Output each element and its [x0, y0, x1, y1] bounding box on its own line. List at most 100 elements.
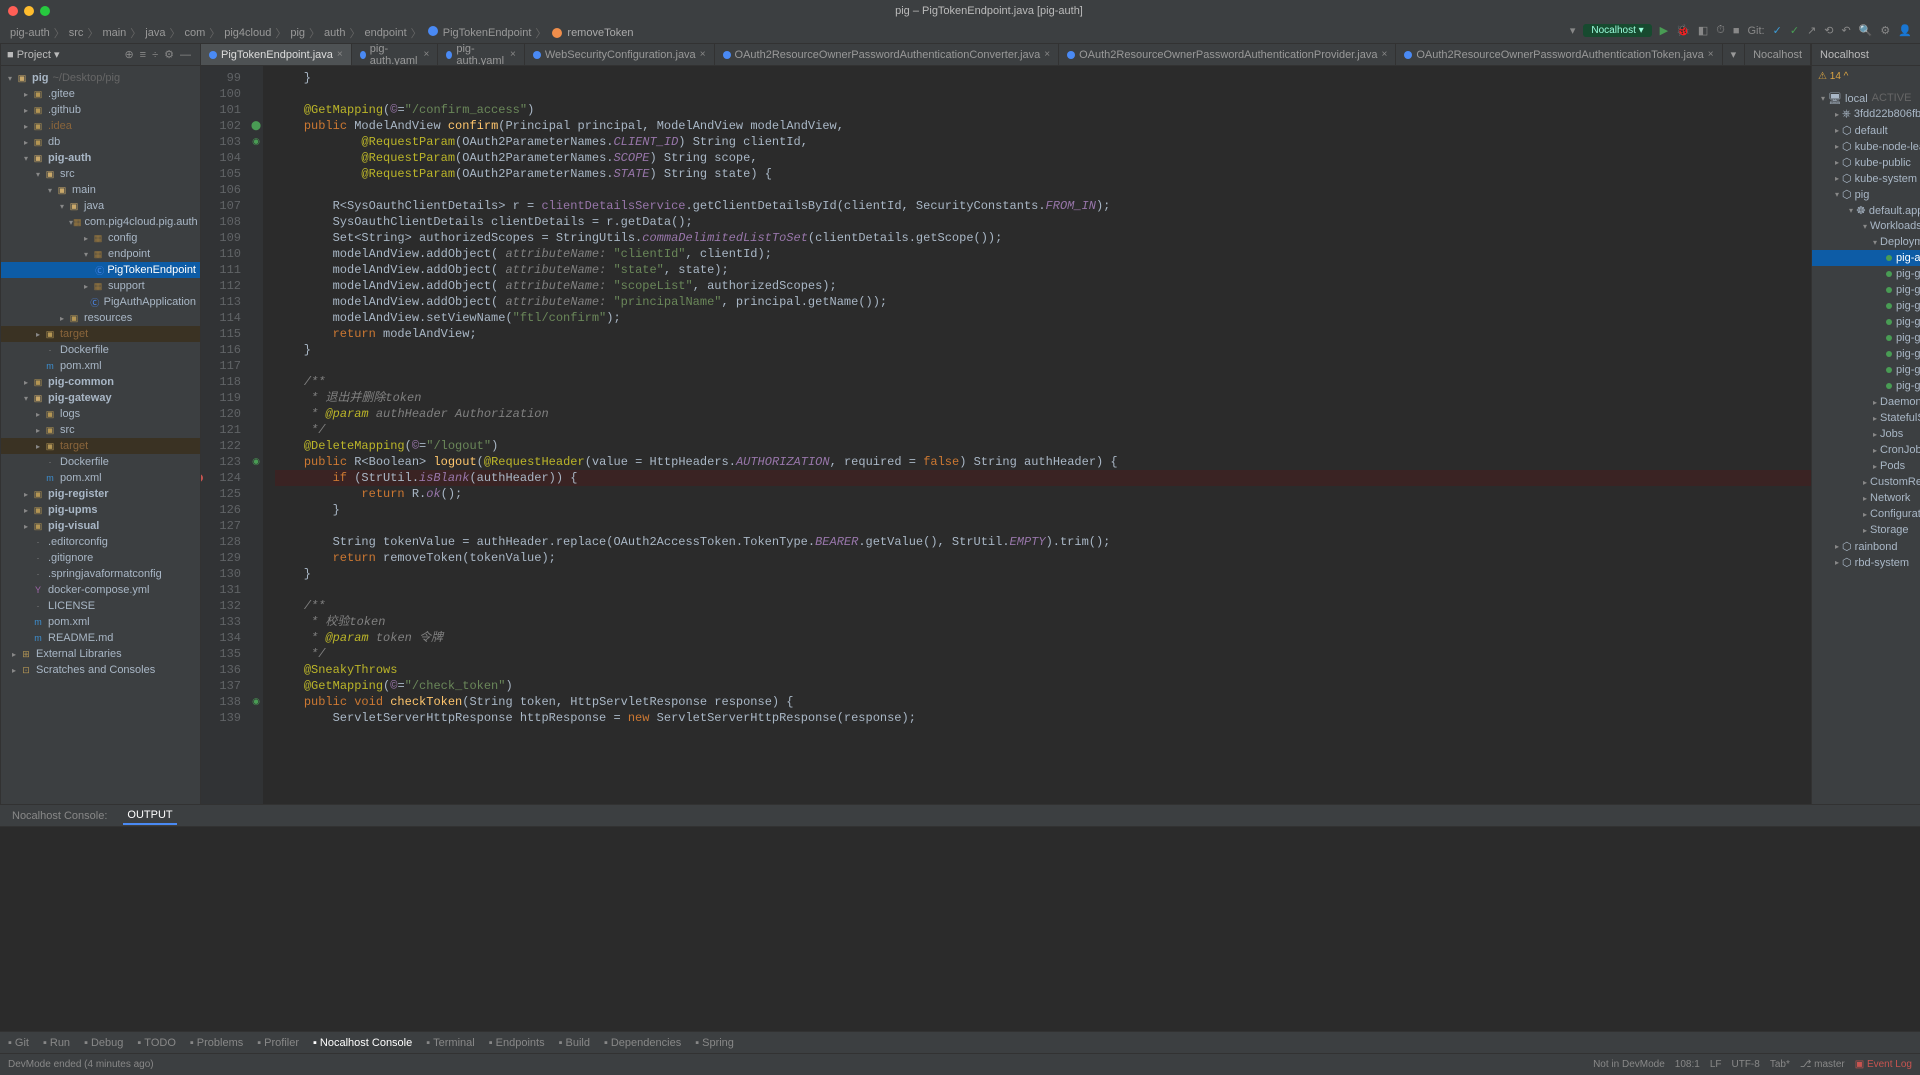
tree-node[interactable]: ▸▣.gitee	[1, 86, 200, 102]
bottom-tool-nocalhost-console[interactable]: ▪Nocalhost Console	[313, 1037, 412, 1049]
vcs-update-icon[interactable]: ✓	[1773, 24, 1782, 37]
window-controls[interactable]	[0, 6, 58, 16]
minimize-icon[interactable]	[24, 6, 34, 16]
nocalhost-node[interactable]: ▸⬡ kube-node-lease	[1812, 138, 1920, 154]
vcs-commit-icon[interactable]: ✓	[1790, 24, 1799, 37]
nocalhost-node[interactable]: ▸Network	[1812, 490, 1920, 506]
breadcrumb-item[interactable]: java	[145, 27, 165, 39]
tree-node[interactable]: ▸▣.github	[1, 102, 200, 118]
nocalhost-node[interactable]: ▾Deployments	[1812, 234, 1920, 250]
tree-node[interactable]: Ydocker-compose.yml	[1, 582, 200, 598]
editor-tab[interactable]: OAuth2ResourceOwnerPasswordAuthenticatio…	[715, 44, 1060, 65]
avatar-icon[interactable]: 👤	[1898, 24, 1912, 37]
maximize-icon[interactable]	[40, 6, 50, 16]
console-tab-nocalhost[interactable]: Nocalhost Console:	[8, 808, 111, 824]
tree-node[interactable]: ▾▣main	[1, 182, 200, 198]
gear-icon[interactable]: ⚙	[164, 48, 174, 61]
breadcrumb-item[interactable]: pig4cloud	[224, 27, 271, 39]
nocalhost-node[interactable]: pig-gateway	[1812, 266, 1920, 282]
tree-node[interactable]: ·LICENSE	[1, 598, 200, 614]
bottom-tool-todo[interactable]: ▪TODO	[137, 1037, 175, 1049]
tree-node[interactable]: ▸▣resources	[1, 310, 200, 326]
bottom-tool-bar[interactable]: ▪Git ▪Run ▪Debug ▪TODO ▪Problems ▪Profiler ▪No…	[0, 1031, 1920, 1053]
bottom-tool-profiler[interactable]: ▪Profiler	[257, 1037, 299, 1049]
debug-icon[interactable]: 🐞	[1676, 24, 1690, 37]
profiler-icon[interactable]: ⏱	[1716, 24, 1725, 37]
bottom-tool-endpoints[interactable]: ▪Endpoints	[489, 1037, 545, 1049]
breadcrumb-item[interactable]: endpoint	[364, 27, 406, 39]
tree-node[interactable]: mpom.xml	[1, 614, 200, 630]
tree-node[interactable]: mREADME.md	[1, 630, 200, 646]
nocalhost-node[interactable]: ▸Jobs	[1812, 426, 1920, 442]
right-tool-tab[interactable]: Nocalhost	[1745, 44, 1811, 65]
nocalhost-node[interactable]: ▾⬡ pig	[1812, 186, 1920, 202]
nocalhost-node[interactable]: ▾🖥 local ACTIVE	[1812, 90, 1920, 106]
nocalhost-node[interactable]: ▸⎈ 3fdd22b806fb4f6ca23c49493201ab57	[1812, 106, 1920, 122]
breadcrumb-item[interactable]: com	[184, 27, 205, 39]
breadcrumb-item[interactable]: PigTokenEndpoint	[426, 26, 532, 39]
editor-tab[interactable]: OAuth2ResourceOwnerPasswordAuthenticatio…	[1396, 44, 1722, 65]
search-icon[interactable]: 🔍	[1859, 24, 1873, 37]
breadcrumb-item[interactable]: auth	[324, 27, 345, 39]
tree-node[interactable]: ▸⊡Scratches and Consoles	[1, 662, 200, 678]
bottom-tool-terminal[interactable]: ▪Terminal	[426, 1037, 474, 1049]
stop-icon[interactable]: ■	[1733, 25, 1740, 37]
bottom-tool-git[interactable]: ▪Git	[8, 1037, 29, 1049]
tree-node[interactable]: ·Dockerfile	[1, 342, 200, 358]
user-icon[interactable]: ▾	[1570, 24, 1576, 37]
bottom-tool-run[interactable]: ▪Run	[43, 1037, 70, 1049]
breadcrumb-item[interactable]: src	[69, 27, 84, 39]
tree-node[interactable]: ▸⊞External Libraries	[1, 646, 200, 662]
run-config-selector[interactable]: Nocalhost ▾	[1583, 24, 1651, 37]
tree-node[interactable]: ▸▣pig-common	[1, 374, 200, 390]
coverage-icon[interactable]: ◧	[1698, 24, 1708, 37]
tree-node[interactable]: ▾▣pig-gateway	[1, 390, 200, 406]
tree-node[interactable]: ⒸPigTokenEndpoint	[1, 262, 200, 278]
run-icon[interactable]: ▶	[1660, 24, 1668, 37]
breadcrumb-item[interactable]: pig-auth	[10, 27, 50, 39]
tree-node[interactable]: ▸▣pig-upms	[1, 502, 200, 518]
collapse-all-icon[interactable]: ÷	[152, 49, 158, 61]
tree-node[interactable]: ·.gitignore	[1, 550, 200, 566]
nocalhost-node[interactable]: ▸⬡ kube-public	[1812, 154, 1920, 170]
tabs-more[interactable]: ▾	[1723, 44, 1746, 65]
nocalhost-node[interactable]: pig-gre81b67	[1812, 378, 1920, 394]
editor-tab[interactable]: WebSecurityConfiguration.java×	[525, 44, 715, 65]
breadcrumb-item[interactable]: pig	[290, 27, 305, 39]
nocalhost-node[interactable]: pig-gr63c8ce	[1812, 330, 1920, 346]
nocalhost-node[interactable]: ▸⬡ rainbond	[1812, 538, 1920, 554]
project-tree[interactable]: ▾▣pig ~/Desktop/pig▸▣.gitee▸▣.github▸▣.i…	[1, 66, 200, 804]
nocalhost-node[interactable]: pig-gr8de82f	[1812, 346, 1920, 362]
editor-tab[interactable]: pig-auth.yaml×	[352, 44, 439, 65]
bottom-tool-problems[interactable]: ▪Problems	[190, 1037, 243, 1049]
tree-node[interactable]: ▾▣src	[1, 166, 200, 182]
tree-node[interactable]: ·.springjavaformatconfig	[1, 566, 200, 582]
console-output[interactable]	[0, 827, 1920, 1031]
tree-node[interactable]: ▾▣java	[1, 198, 200, 214]
bottom-tool-debug[interactable]: ▪Debug	[84, 1037, 123, 1049]
tree-node[interactable]: ·.editorconfig	[1, 534, 200, 550]
nocalhost-node[interactable]: ▸⬡ default	[1812, 122, 1920, 138]
nocalhost-node[interactable]: ▸Pods	[1812, 458, 1920, 474]
hide-icon[interactable]: —	[180, 49, 191, 61]
nocalhost-node[interactable]: ▸Storage	[1812, 522, 1920, 538]
nocalhost-tree[interactable]: ▾🖥 local ACTIVE▸⎈ 3fdd22b806fb4f6ca23c49…	[1812, 86, 1920, 804]
nocalhost-node[interactable]: pig-gr62174e	[1812, 314, 1920, 330]
nocalhost-node[interactable]: ▾Workloads	[1812, 218, 1920, 234]
breadcrumb-item[interactable]: main	[102, 27, 126, 39]
tree-node[interactable]: ▾▦com.pig4cloud.pig.auth	[1, 214, 200, 230]
nocalhost-node[interactable]: pig-gr2e0979	[1812, 282, 1920, 298]
tree-node[interactable]: ▾▣pig-auth	[1, 150, 200, 166]
line-gutter[interactable]: 9910010110210310410510610710810911011111…	[201, 66, 249, 804]
nocalhost-node[interactable]: ▸CustomResources	[1812, 474, 1920, 490]
nocalhost-node[interactable]: ▸⬡ rbd-system	[1812, 554, 1920, 570]
tree-node[interactable]: ▸▣src	[1, 422, 200, 438]
vcs-push-icon[interactable]: ↗	[1807, 24, 1816, 37]
project-title[interactable]: ■ Project ▾	[7, 48, 121, 61]
nocalhost-node[interactable]: pig-grdd593f	[1812, 362, 1920, 378]
tree-node[interactable]: ·Dockerfile	[1, 454, 200, 470]
nocalhost-node[interactable]: ▸⬡ kube-system	[1812, 170, 1920, 186]
nocalhost-node[interactable]: ▸StatefulSets	[1812, 410, 1920, 426]
tree-node[interactable]: ▸▣pig-visual	[1, 518, 200, 534]
tree-node[interactable]: ▸▦support	[1, 278, 200, 294]
